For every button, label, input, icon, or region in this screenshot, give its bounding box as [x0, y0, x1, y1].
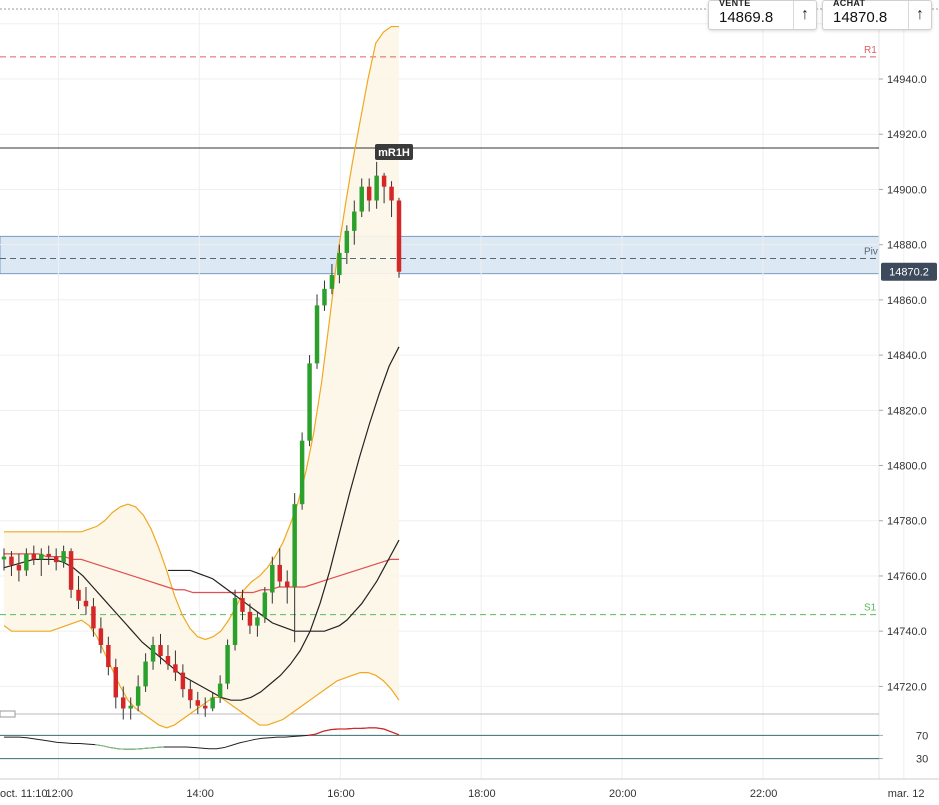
osc-level-label: 70: [916, 730, 928, 742]
current-price-label: 14870.2: [889, 267, 929, 279]
y-tick-label: 14900.0: [887, 184, 927, 196]
candle-body: [68, 551, 74, 590]
candle-body: [270, 564, 275, 593]
candle-body: [9, 556, 14, 565]
candle-body: [352, 211, 357, 231]
candle-body: [61, 551, 66, 563]
buy-price: 14870.8: [833, 9, 888, 26]
candle-body: [1, 556, 7, 560]
y-tick-label: 14840.0: [887, 350, 927, 362]
candle-body: [150, 644, 156, 662]
buy-label: ACHAT: [833, 0, 866, 8]
osc-level-label: 30: [916, 754, 928, 766]
candle-body: [396, 200, 402, 272]
candle-body: [128, 705, 133, 709]
candle-body: [374, 175, 379, 201]
candle-body: [359, 186, 364, 212]
sell-quote[interactable]: VENTE 14869.8 ↑: [708, 0, 817, 30]
sell-arrow-icon[interactable]: ↑: [793, 1, 816, 29]
candle-body: [46, 553, 51, 557]
x-tick-label: 12:00: [45, 788, 73, 800]
oscillator-overbought-line: [307, 727, 400, 736]
y-tick-label: 14860.0: [887, 295, 927, 307]
price-axis: 14960.014940.014920.014900.014880.014860…: [879, 19, 937, 693]
candle-body: [284, 581, 290, 588]
x-tick-label: oct. 11:10: [0, 788, 48, 800]
x-tick-label: 22:00: [750, 788, 778, 800]
candle-body: [83, 600, 89, 607]
candle-body: [262, 592, 268, 618]
y-tick-label: 14740.0: [887, 626, 927, 638]
candle-body: [53, 556, 59, 563]
level-label-r1: R1: [864, 45, 877, 56]
candle-body: [277, 564, 282, 582]
candle-body: [314, 305, 320, 364]
y-tick-label: 14720.0: [887, 681, 927, 693]
candle-body: [121, 697, 126, 709]
y-tick-label: 14760.0: [887, 571, 927, 583]
candle-body: [24, 553, 29, 571]
level-label-s1: S1: [864, 603, 877, 614]
candle-body: [322, 288, 327, 306]
sell-label: VENTE: [719, 0, 751, 8]
oscillator-oversold-line: [95, 744, 164, 750]
candle-body: [232, 598, 238, 645]
candle-body: [299, 440, 305, 505]
oscillator-panel: 70 30: [0, 710, 928, 766]
candle-body: [16, 564, 22, 571]
level-label-mr1h: mR1H: [378, 147, 410, 159]
candle-body: [91, 606, 96, 629]
price-chart[interactable]: R1mR1HPivS1 7030 14960.014940.014920.014…: [0, 0, 939, 805]
candle-body: [381, 175, 387, 187]
candle-body: [158, 644, 163, 657]
buy-arrow-icon[interactable]: ↑: [908, 1, 931, 29]
panel-resize-handle: [0, 710, 16, 718]
candle-body: [143, 661, 148, 687]
x-tick-label: 16:00: [327, 788, 355, 800]
candle-body: [165, 656, 171, 665]
y-tick-label: 14880.0: [887, 240, 927, 252]
candle-body: [76, 589, 81, 601]
candle-body: [173, 664, 178, 673]
candle-body: [113, 667, 119, 698]
y-tick-label: 14800.0: [887, 461, 927, 473]
candle-body: [106, 644, 111, 668]
candle-body: [195, 700, 201, 706]
candle-body: [31, 553, 37, 560]
candle-body: [366, 186, 372, 201]
time-axis: oct. 11:1012:00 14:00 16:00 18:00 20:00 22:00…: [0, 778, 939, 800]
candle-body: [188, 689, 193, 701]
pivot-zone: [0, 235, 880, 275]
candle-body: [210, 697, 215, 709]
candle-body: [307, 363, 312, 441]
x-tick-label: 18:00: [468, 788, 496, 800]
x-tick-label: 14:00: [186, 788, 214, 800]
candle-body: [389, 186, 394, 201]
candle-body: [39, 553, 44, 560]
candle-body: [217, 683, 223, 698]
candle-body: [344, 230, 350, 253]
y-tick-label: 14780.0: [887, 516, 927, 528]
buy-quote[interactable]: ACHAT 14870.8 ↑: [822, 0, 932, 30]
sell-price: 14869.8: [719, 9, 774, 26]
candle-body: [329, 275, 335, 289]
x-tick-label: 20:00: [609, 788, 637, 800]
level-label-piv: Piv: [864, 246, 878, 257]
candle-body: [337, 252, 342, 276]
x-tick-label: mar. 12: [888, 788, 925, 800]
candle-body: [247, 611, 253, 626]
y-tick-label: 14940.0: [887, 74, 927, 86]
candle-body: [225, 644, 230, 684]
candle-body: [255, 617, 260, 626]
candle-body: [240, 598, 245, 612]
pivot-zone-band: [0, 235, 880, 275]
candle-body: [180, 672, 186, 690]
candle-body: [135, 686, 141, 706]
candle-body: [292, 504, 297, 588]
candle-body: [98, 628, 104, 645]
y-tick-label: 14920.0: [887, 129, 927, 141]
y-tick-label: 14820.0: [887, 405, 927, 417]
candle-body: [202, 705, 208, 709]
